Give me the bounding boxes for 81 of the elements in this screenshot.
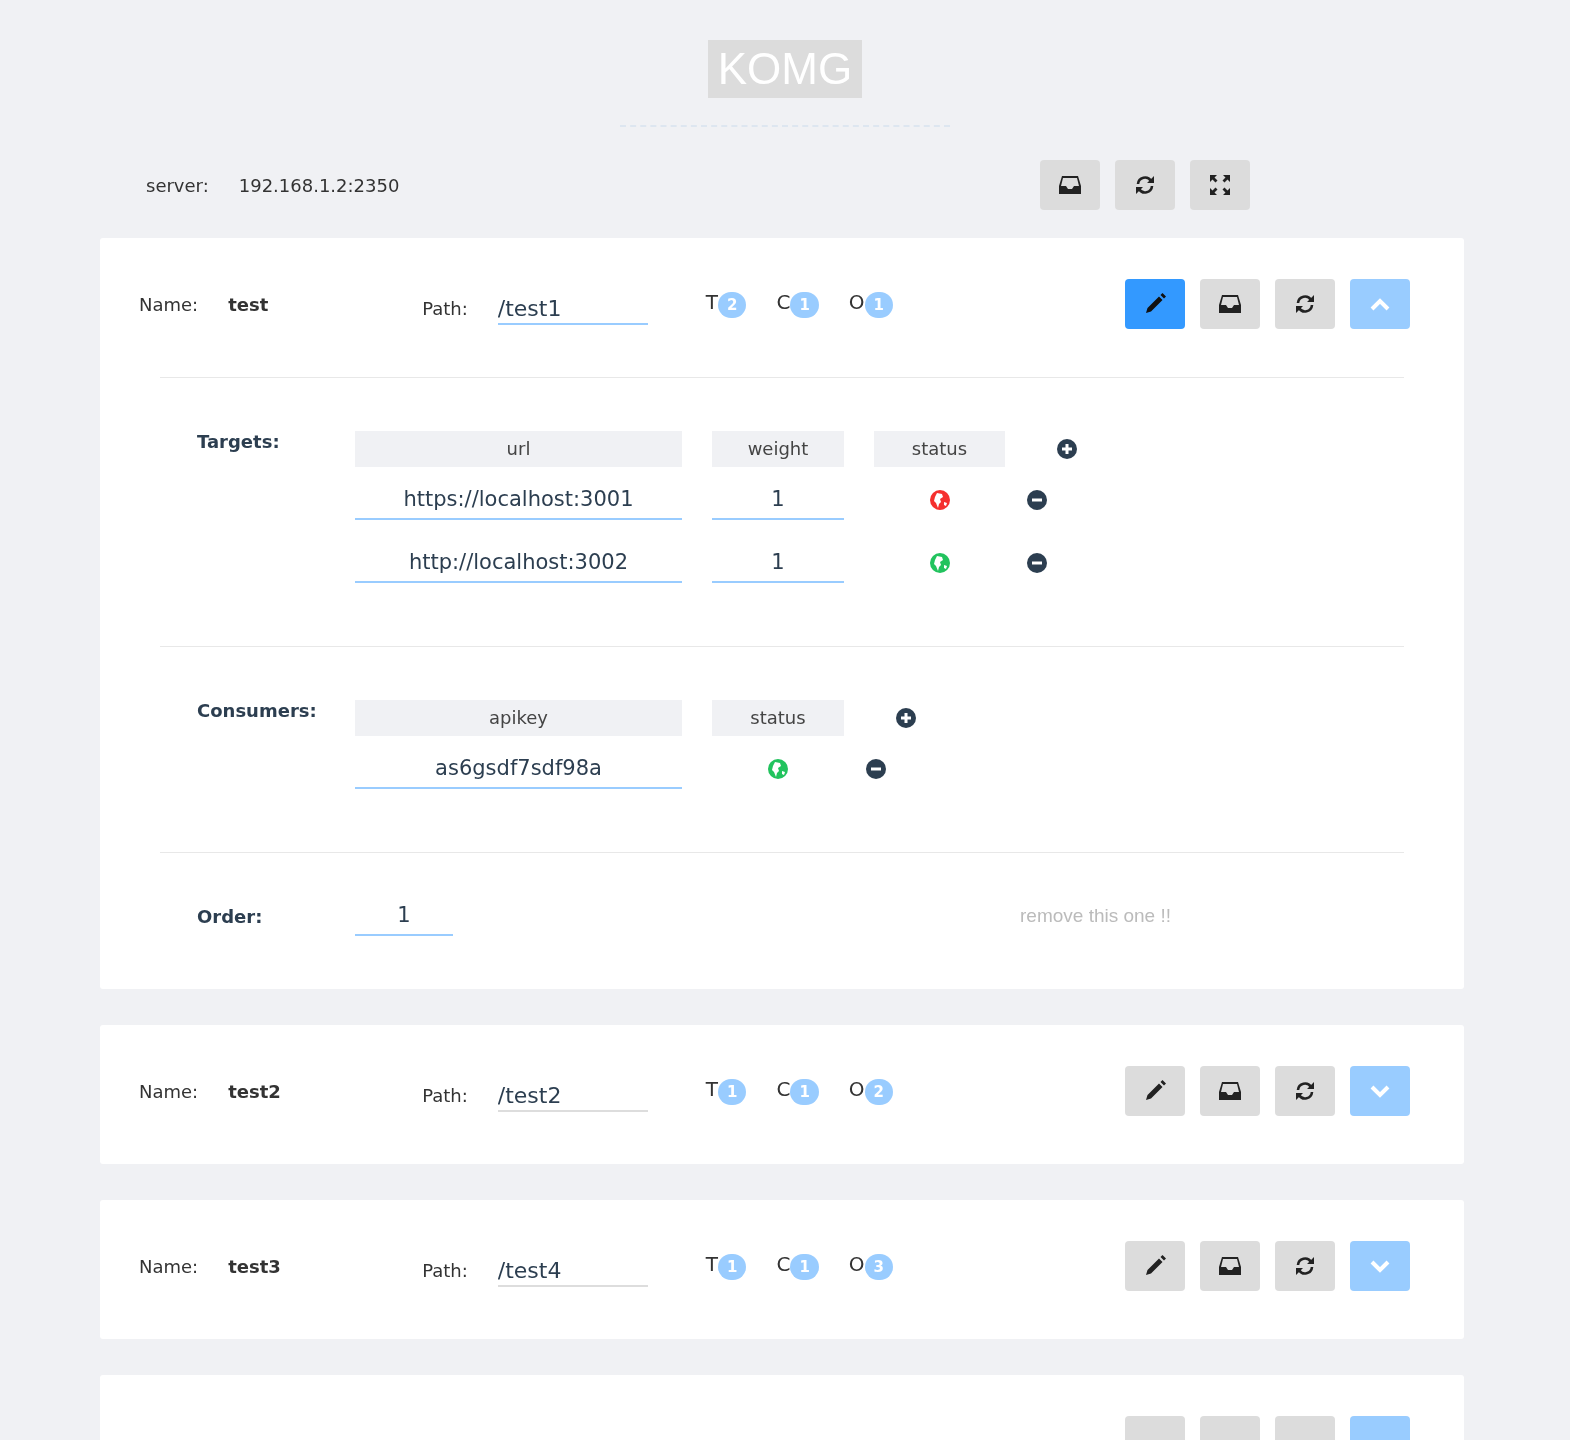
chevron-icon [1370,1084,1390,1098]
column-header: apikey [355,700,682,736]
name-label: Name: [139,293,199,315]
inbox-icon [1219,1256,1241,1276]
count-badge: 3 [864,1254,894,1280]
count-label: C [776,1077,791,1101]
pencil-icon [1144,1255,1166,1277]
refresh-button[interactable] [1115,160,1175,210]
toggle-button[interactable] [1350,279,1410,329]
count-label: O [848,290,865,314]
expand-icon [1209,174,1231,196]
edit-button[interactable] [1125,1241,1185,1291]
count-label: T [705,1252,718,1276]
url-field[interactable]: http://localhost:3002 [355,543,682,583]
edit-button[interactable] [1125,1066,1185,1116]
path-label: Path: [422,297,468,319]
toggle-button[interactable] [1350,1066,1410,1116]
add-icon[interactable] [1057,439,1077,459]
save-button[interactable] [1200,1066,1260,1116]
targets-label: Targets: [197,431,281,452]
chevron-icon [1370,297,1390,311]
inbox-icon [1219,1081,1241,1101]
service-name: test2 [228,1080,282,1102]
count-badge: 1 [718,1254,747,1280]
refresh-button[interactable] [1275,279,1335,329]
column-header: url [355,431,682,467]
path-field[interactable]: /test4 [497,1253,648,1287]
toggle-button[interactable] [1350,1241,1410,1291]
chevron-icon [1370,1259,1390,1273]
apikey-field[interactable]: as6gsdf7sdf98a [355,749,682,789]
column-header: weight [712,431,844,467]
server-address: 192.168.1.2:2350 [238,174,400,196]
name-label: Name: [139,1080,199,1102]
column-header: status [874,431,1005,467]
save-button[interactable] [1200,279,1260,329]
fullscreen-button[interactable] [1190,160,1250,210]
count-label: O [848,1252,865,1276]
count-badge: 2 [718,292,747,318]
refresh-button[interactable] [1275,1241,1335,1291]
refresh-icon [1294,1255,1316,1277]
order-field[interactable]: 1 [355,896,453,936]
count-label: O [848,1077,865,1101]
url-field[interactable]: https://localhost:3001 [355,480,682,520]
path-label: Path: [422,1084,468,1106]
refresh-icon [1294,293,1316,315]
count-badge: 1 [790,292,819,318]
inbox-icon [1219,294,1241,314]
save-button[interactable] [1040,160,1100,210]
weight-field[interactable]: 1 [712,543,844,583]
service-name: test [228,293,270,315]
count-label: C [776,1252,791,1276]
remove-icon[interactable] [1027,490,1047,510]
path-field[interactable]: /test2 [497,1078,648,1112]
consumers-label: Consumers: [197,700,318,721]
count-label: C [776,290,791,314]
remove-icon[interactable] [866,759,886,779]
refresh-icon [1134,174,1156,196]
refresh-icon [1294,1080,1316,1102]
count-badge: 1 [790,1079,819,1105]
count-badge: 1 [864,292,894,318]
service-name: test3 [228,1255,282,1277]
path-label: Path: [422,1259,468,1281]
remove-icon[interactable] [1027,553,1047,573]
name-label: Name: [139,1255,199,1277]
count-badge: 1 [790,1254,819,1280]
refresh-button[interactable] [1275,1066,1335,1116]
column-header: status [712,700,844,736]
add-icon[interactable] [896,708,916,728]
count-badge: 2 [864,1079,894,1105]
weight-field[interactable]: 1 [712,480,844,520]
path-field[interactable]: /test1 [497,291,648,325]
edit-button[interactable] [1125,279,1185,329]
server-label: server: [146,174,209,196]
save-button[interactable] [1200,1241,1260,1291]
inbox-icon [1059,175,1081,195]
count-label: T [705,1077,718,1101]
pencil-icon [1144,293,1166,315]
count-badge: 1 [718,1079,747,1105]
order-label: Order: [197,905,264,927]
pencil-icon [1144,1080,1166,1102]
count-label: T [705,290,718,314]
